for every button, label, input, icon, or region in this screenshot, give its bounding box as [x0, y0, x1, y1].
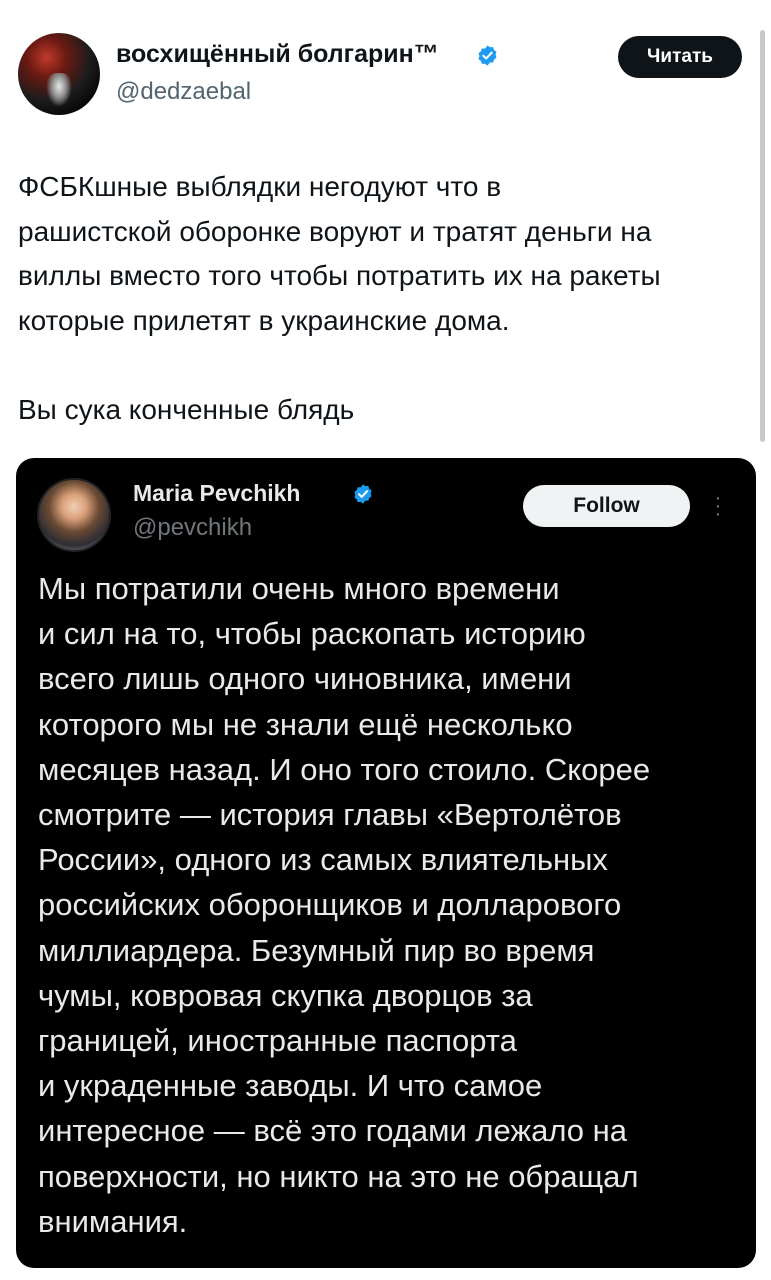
quoted-tweet-image[interactable]: Maria Pevchikh @pevchikh Follow · · · Мы п… — [16, 458, 756, 1268]
quoted-author-display-name: Maria Pevchikh — [133, 480, 301, 506]
verified-badge-icon — [354, 484, 372, 504]
more-vertical-icon: · · · — [714, 487, 722, 525]
quoted-author-handle: @pevchikh — [133, 514, 253, 541]
author-display-name[interactable]: восхищённый болгарин™ — [116, 40, 439, 69]
author-avatar[interactable] — [18, 33, 100, 115]
author-handle[interactable]: @dedzaebal — [116, 78, 251, 106]
follow-button[interactable]: Читать — [618, 36, 742, 78]
quoted-author-avatar — [37, 478, 111, 552]
quoted-follow-button: Follow — [523, 485, 690, 527]
tweet: восхищённый болгарин™ @dedzaebal Читать … — [0, 0, 771, 1280]
tweet-text: ФСБКшные выблядки негодуют что в рашистс… — [18, 165, 763, 432]
scrollbar[interactable] — [760, 30, 765, 442]
quoted-tweet-text: Мы потратили очень много времени и сил н… — [38, 571, 651, 1239]
verified-badge-icon — [478, 45, 497, 66]
tweet-paragraph: ФСБКшные выблядки негодуют что в рашистс… — [18, 171, 661, 336]
tweet-paragraph: Вы сука конченные блядь — [18, 393, 355, 425]
